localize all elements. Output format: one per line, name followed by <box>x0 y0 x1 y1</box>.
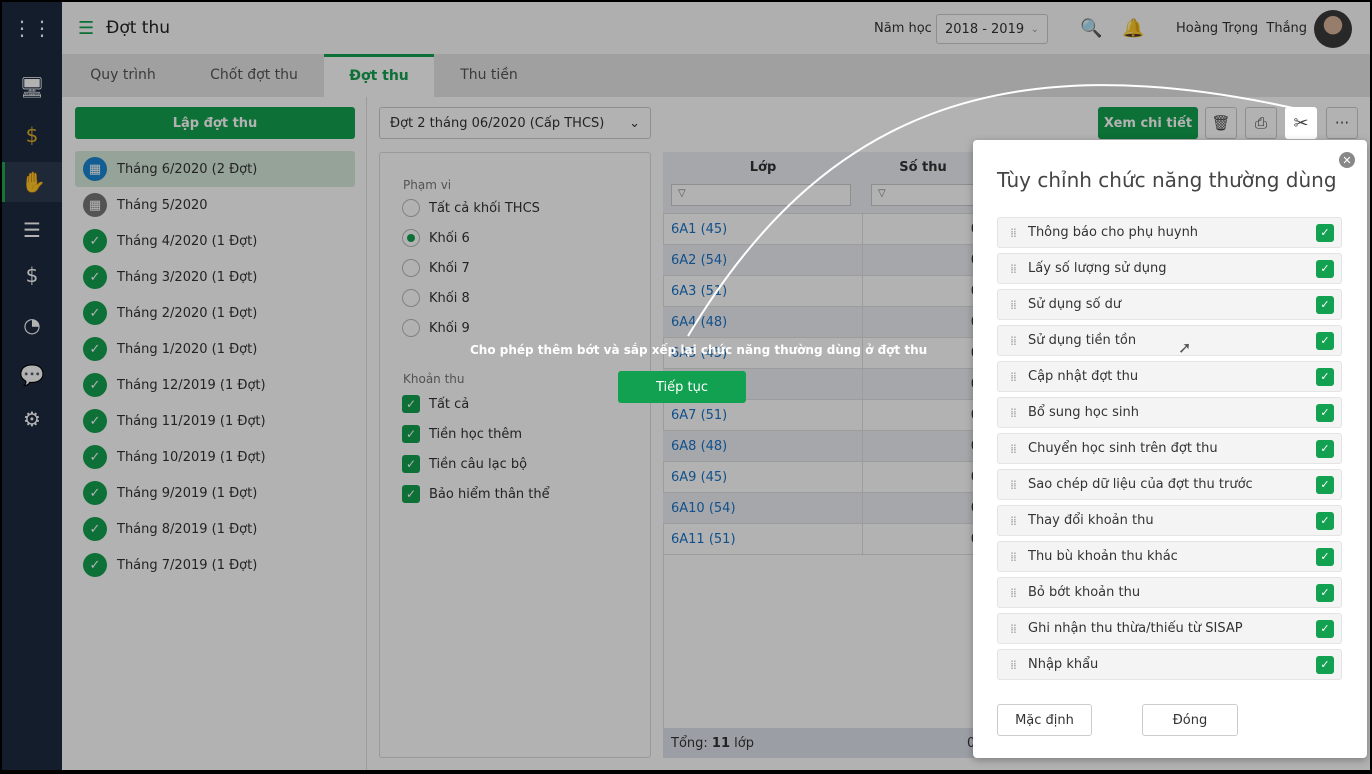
checkbox-icon[interactable]: ✓ <box>1316 511 1334 530</box>
drag-handle-icon[interactable]: ⁞⁞ <box>998 226 1028 240</box>
drag-handle-icon[interactable]: ⁞⁞ <box>998 586 1028 600</box>
drag-handle-icon[interactable]: ⁞⁞ <box>998 514 1028 528</box>
function-item[interactable]: ⁞⁞ Nhập khẩu ✓ <box>997 649 1342 680</box>
drag-handle-icon[interactable]: ⁞⁞ <box>998 622 1028 636</box>
close-icon[interactable]: ✕ <box>1339 152 1355 168</box>
checkbox-icon[interactable]: ✓ <box>1316 619 1334 638</box>
tour-message: Cho phép thêm bớt và sắp xếp lại chức nă… <box>470 343 928 357</box>
function-item[interactable]: ⁞⁞ Sử dụng tiền tồn ✓ <box>997 325 1342 356</box>
checkbox-icon[interactable]: ✓ <box>1316 223 1334 242</box>
checkbox-icon[interactable]: ✓ <box>1316 547 1334 566</box>
drag-handle-icon[interactable]: ⁞⁞ <box>998 550 1028 564</box>
checkbox-icon[interactable]: ✓ <box>1316 583 1334 602</box>
drag-handle-icon[interactable]: ⁞⁞ <box>998 334 1028 348</box>
function-item[interactable]: ⁞⁞ Ghi nhận thu thừa/thiếu từ SISAP ✓ <box>997 613 1342 644</box>
function-item[interactable]: ⁞⁞ Lấy số lượng sử dụng ✓ <box>997 253 1342 284</box>
function-item[interactable]: ⁞⁞ Sao chép dữ liệu của đợt thu trước ✓ <box>997 469 1342 500</box>
checkbox-icon[interactable]: ✓ <box>1316 367 1334 386</box>
screen: ⋮⋮ 🖥 $ ✋ ☰ $ ◔ 💬 ⚙ ☰ Đợt thu Năm học 201… <box>2 2 1370 770</box>
function-item[interactable]: ⁞⁞ Thu bù khoản thu khác ✓ <box>997 541 1342 572</box>
drag-handle-icon[interactable]: ⁞⁞ <box>998 442 1028 456</box>
close-button[interactable]: Đóng <box>1142 704 1238 736</box>
drag-handle-icon[interactable]: ⁞⁞ <box>998 370 1028 384</box>
function-item[interactable]: ⁞⁞ Thông báo cho phụ huynh ✓ <box>997 217 1342 248</box>
checkbox-icon[interactable]: ✓ <box>1316 331 1334 350</box>
drag-handle-icon[interactable]: ⁞⁞ <box>998 478 1028 492</box>
function-item[interactable]: ⁞⁞ Sử dụng số dư ✓ <box>997 289 1342 320</box>
drag-handle-icon[interactable]: ⁞⁞ <box>998 298 1028 312</box>
checkbox-icon[interactable]: ✓ <box>1316 475 1334 494</box>
drag-handle-icon[interactable]: ⁞⁞ <box>998 406 1028 420</box>
checkbox-icon[interactable]: ✓ <box>1316 259 1334 278</box>
tour-continue-button[interactable]: Tiếp tục <box>618 371 746 403</box>
drag-handle-icon[interactable]: ⁞⁞ <box>998 262 1028 276</box>
checkbox-icon[interactable]: ✓ <box>1316 439 1334 458</box>
dialog-title: Tùy chỉnh chức năng thường dùng <box>997 168 1337 192</box>
function-item[interactable]: ⁞⁞ Thay đổi khoản thu ✓ <box>997 505 1342 536</box>
default-button[interactable]: Mặc định <box>997 704 1092 736</box>
function-item[interactable]: ⁞⁞ Chuyển học sinh trên đợt thu ✓ <box>997 433 1342 464</box>
customize-dialog: ✕ Tùy chỉnh chức năng thường dùng ⁞⁞ Thôn… <box>973 140 1367 758</box>
checkbox-icon[interactable]: ✓ <box>1316 655 1334 674</box>
function-item[interactable]: ⁞⁞ Bổ sung học sinh ✓ <box>997 397 1342 428</box>
function-item[interactable]: ⁞⁞ Bỏ bớt khoản thu ✓ <box>997 577 1342 608</box>
save-button[interactable]: Lưu <box>1246 704 1342 736</box>
function-item[interactable]: ⁞⁞ Cập nhật đợt thu ✓ <box>997 361 1342 392</box>
checkbox-icon[interactable]: ✓ <box>1316 295 1334 314</box>
checkbox-icon[interactable]: ✓ <box>1316 403 1334 422</box>
mouse-cursor-icon: ➚ <box>1178 338 1192 357</box>
drag-handle-icon[interactable]: ⁞⁞ <box>998 658 1028 672</box>
